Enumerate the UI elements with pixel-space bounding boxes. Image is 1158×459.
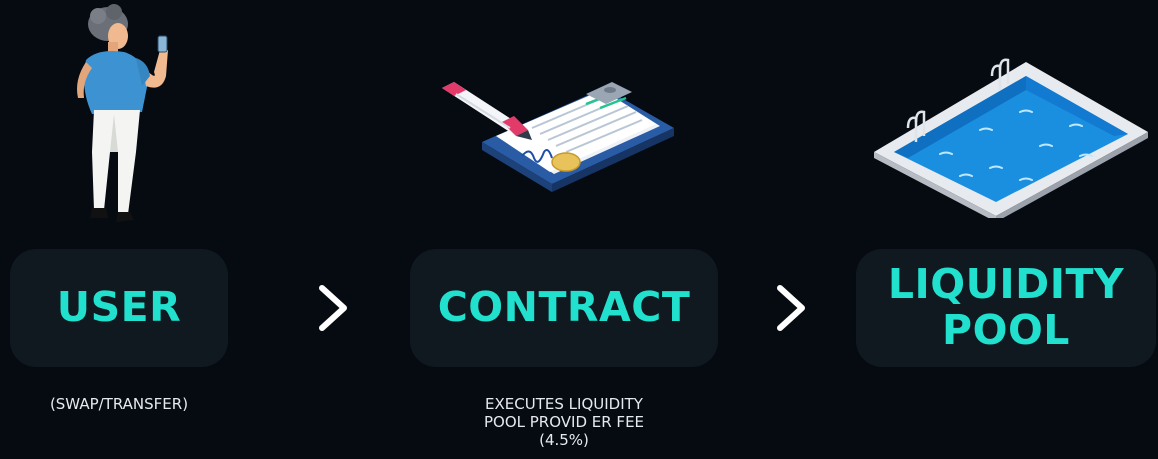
step-label-line: POOL <box>942 306 1070 354</box>
chevron-right-icon <box>319 285 347 331</box>
step-label-line: LIQUIDITY <box>887 260 1125 309</box>
step-caption-contract: EXECUTES LIQUIDITY POOL PROVID ER FEE (4… <box>420 395 708 449</box>
flow-diagram: USER CONTRACT LIQUIDITY POOL (SWAP/TRANS… <box>0 0 1158 459</box>
step-card-contract: CONTRACT <box>410 249 718 367</box>
caption-line: (4.5%) <box>539 431 589 449</box>
step-card-user: USER <box>10 249 228 367</box>
caption-line: EXECUTES LIQUIDITY <box>485 395 643 413</box>
clipboard-contract-icon <box>442 82 674 192</box>
step-label-liquidity-pool: LIQUIDITY POOL <box>887 260 1125 354</box>
person-with-phone-icon <box>77 4 168 222</box>
chevron-right-icon <box>777 285 805 331</box>
step-label-user: USER <box>56 283 182 332</box>
step-caption-user: (SWAP/TRANSFER) <box>49 395 189 413</box>
step-label-contract: CONTRACT <box>437 283 691 332</box>
swimming-pool-icon <box>874 58 1148 218</box>
caption-line: POOL PROVID ER FEE <box>483 413 645 431</box>
step-card-liquidity-pool: LIQUIDITY POOL <box>856 249 1156 367</box>
